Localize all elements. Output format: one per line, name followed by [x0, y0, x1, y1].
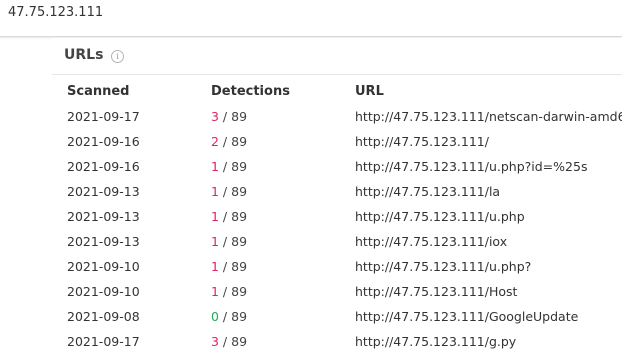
urls-card: URLs i Scanned Detections URL 2021-09-17… [52, 38, 622, 360]
scanned-date: 2021-09-16 [67, 159, 140, 174]
url-link[interactable]: http://47.75.123.111/u.php? [355, 254, 531, 279]
url-link[interactable]: http://47.75.123.111/Host [355, 279, 517, 304]
detection-total: / 89 [218, 184, 248, 199]
table-row[interactable]: 2021-09-10 1 / 89 http://47.75.123.111/u.p… [52, 254, 622, 279]
table-row[interactable]: 2021-09-16 2 / 89 http://47.75.123.111/ [52, 129, 622, 154]
url-link[interactable]: http://47.75.123.111/u.php [355, 204, 525, 229]
scanned-date: 2021-09-10 [67, 284, 140, 299]
detections-cell[interactable]: 1 / 89 [211, 279, 247, 304]
search-input[interactable]: 47.75.123.111 [8, 5, 103, 20]
scanned-date: 2021-09-16 [67, 134, 140, 149]
detection-count: 1 [211, 159, 219, 174]
detections-cell[interactable]: 3 / 89 [211, 104, 247, 129]
table-row[interactable]: 2021-09-17 3 / 89 http://47.75.123.111/g.p… [52, 329, 622, 354]
detection-total: / 89 [218, 209, 248, 224]
info-icon[interactable]: i [111, 50, 124, 63]
table-row[interactable]: 2021-09-10 1 / 89 http://47.75.123.111/Hos… [52, 279, 622, 304]
detection-total: / 89 [218, 134, 248, 149]
table-row[interactable]: 2021-09-17 3 / 89 http://47.75.123.111/net… [52, 104, 622, 129]
detections-cell[interactable]: 1 / 89 [211, 229, 247, 254]
detection-count: 1 [211, 234, 219, 249]
search-bar[interactable]: 47.75.123.111 [0, 0, 622, 37]
url-link[interactable]: http://47.75.123.111/netscan-darwin-amd6… [355, 104, 622, 129]
url-link[interactable]: http://47.75.123.111/iox [355, 229, 507, 254]
detection-total: / 89 [218, 259, 248, 274]
detection-count: 1 [211, 184, 219, 199]
detections-cell[interactable]: 0 / 89 [211, 304, 247, 329]
column-header-url[interactable]: URL [355, 84, 384, 99]
detections-cell[interactable]: 2 / 89 [211, 129, 247, 154]
url-link[interactable]: http://47.75.123.111/GoogleUpdate [355, 304, 578, 329]
detections-cell[interactable]: 1 / 89 [211, 154, 247, 179]
scanned-date: 2021-09-17 [67, 334, 140, 349]
detection-total: / 89 [218, 234, 248, 249]
detection-total: / 89 [218, 284, 248, 299]
card-title: URLs [64, 47, 104, 63]
detections-cell[interactable]: 1 / 89 [211, 254, 247, 279]
table-row[interactable]: 2021-09-13 1 / 89 http://47.75.123.111/iox [52, 229, 622, 254]
detection-count: 0 [211, 309, 219, 324]
detection-total: / 89 [218, 309, 248, 324]
detection-count: 3 [211, 334, 219, 349]
scanned-date: 2021-09-13 [67, 234, 140, 249]
table-row[interactable]: 2021-09-16 1 / 89 http://47.75.123.111/u.p… [52, 154, 622, 179]
detection-count: 1 [211, 284, 219, 299]
url-link[interactable]: http://47.75.123.111/g.py [355, 329, 516, 354]
url-link[interactable]: http://47.75.123.111/ [355, 129, 489, 154]
scanned-date: 2021-09-13 [67, 209, 140, 224]
card-header: URLs i [52, 38, 622, 75]
url-link[interactable]: http://47.75.123.111/u.php?id=%25s [355, 154, 587, 179]
detection-total: / 89 [218, 159, 248, 174]
detections-cell[interactable]: 3 / 89 [211, 329, 247, 354]
scanned-date: 2021-09-08 [67, 309, 140, 324]
scanned-date: 2021-09-13 [67, 184, 140, 199]
detection-count: 1 [211, 209, 219, 224]
detections-cell[interactable]: 1 / 89 [211, 204, 247, 229]
detection-total: / 89 [218, 109, 248, 124]
table-row[interactable]: 2021-09-08 0 / 89 http://47.75.123.111/Goo… [52, 304, 622, 329]
column-header-scanned[interactable]: Scanned [67, 84, 129, 99]
table-row[interactable]: 2021-09-13 1 / 89 http://47.75.123.111/u.p… [52, 204, 622, 229]
column-header-detections[interactable]: Detections [211, 84, 290, 99]
scanned-date: 2021-09-17 [67, 109, 140, 124]
detection-count: 1 [211, 259, 219, 274]
scanned-date: 2021-09-10 [67, 259, 140, 274]
table-row[interactable]: 2021-09-13 1 / 89 http://47.75.123.111/la [52, 179, 622, 204]
detections-cell[interactable]: 1 / 89 [211, 179, 247, 204]
detection-count: 3 [211, 109, 219, 124]
url-link[interactable]: http://47.75.123.111/la [355, 179, 500, 204]
detection-total: / 89 [218, 334, 248, 349]
detection-count: 2 [211, 134, 219, 149]
